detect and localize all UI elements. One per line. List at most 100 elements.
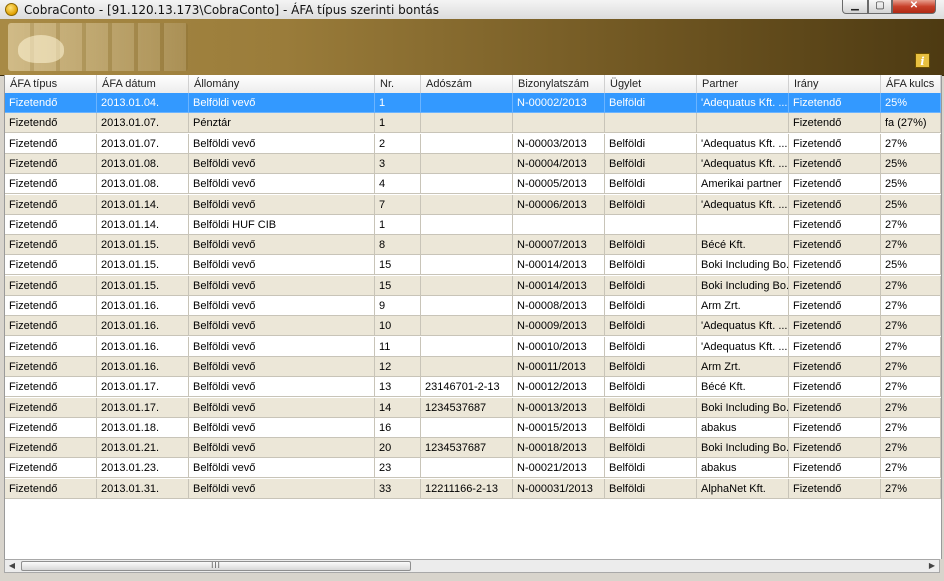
table-row[interactable]: Fizetendő 2013.01.17. Belföldi vevő 14 12345… — [5, 397, 941, 418]
column-header-irany[interactable]: Irány — [789, 75, 881, 93]
cell-afa-tipus[interactable]: Fizetendő — [5, 296, 97, 316]
cell-afa-kulcs[interactable]: 27% — [881, 316, 941, 337]
cell-adoszam[interactable] — [421, 113, 513, 134]
table-row[interactable]: Fizetendő 2013.01.07. Belföldi vevő 2 N-0000… — [5, 133, 941, 154]
cell-nr[interactable]: 1 — [375, 113, 421, 134]
cell-afa-kulcs[interactable]: 27% — [881, 397, 941, 418]
cell-partner[interactable]: 'Adequatus Kft. ... — [697, 336, 789, 357]
table-row[interactable]: Fizetendő 2013.01.16. Belföldi vevő 12 N-000… — [5, 356, 941, 377]
cell-afa-datum[interactable]: 2013.01.17. — [97, 377, 189, 398]
cell-adoszam[interactable] — [421, 174, 513, 195]
cell-afa-tipus[interactable]: Fizetendő — [5, 397, 97, 418]
cell-afa-kulcs[interactable]: 27% — [881, 356, 941, 377]
cell-bizonylatszam[interactable]: N-00002/2013 — [513, 93, 605, 113]
cell-adoszam[interactable] — [421, 356, 513, 377]
cell-irany[interactable]: Fizetendő — [789, 93, 881, 113]
cell-nr[interactable]: 10 — [375, 316, 421, 337]
cell-afa-tipus[interactable]: Fizetendő — [5, 417, 97, 438]
cell-afa-tipus[interactable]: Fizetendő — [5, 336, 97, 357]
maximize-button[interactable]: ▢ — [868, 0, 892, 14]
cell-afa-kulcs[interactable]: 25% — [881, 93, 941, 113]
cell-nr[interactable]: 11 — [375, 336, 421, 357]
cell-afa-kulcs[interactable]: fa (27%) — [881, 113, 941, 134]
cell-allomany[interactable]: Belföldi vevő — [189, 174, 375, 195]
cell-nr[interactable]: 33 — [375, 478, 421, 499]
cell-irany[interactable]: Fizetendő — [789, 174, 881, 195]
column-header-afa-datum[interactable]: ÁFA dátum — [97, 75, 189, 93]
cell-irany[interactable]: Fizetendő — [789, 478, 881, 499]
cell-irany[interactable]: Fizetendő — [789, 438, 881, 459]
horizontal-scrollbar[interactable]: ◀ III ▶ — [4, 559, 940, 573]
cell-afa-datum[interactable]: 2013.01.16. — [97, 296, 189, 316]
cell-afa-tipus[interactable]: Fizetendő — [5, 214, 97, 235]
column-header-afa-tipus[interactable]: ÁFA típus — [5, 75, 97, 93]
cell-ugylet[interactable]: Belföldi — [605, 417, 697, 438]
close-button[interactable]: ✕ — [892, 0, 936, 14]
cell-nr[interactable]: 16 — [375, 417, 421, 438]
cell-adoszam[interactable] — [421, 214, 513, 235]
cell-partner[interactable]: abakus — [697, 458, 789, 479]
cell-afa-tipus[interactable]: Fizetendő — [5, 113, 97, 134]
column-header-bizonylatszam[interactable]: Bizonylatszám — [513, 75, 605, 93]
cell-afa-datum[interactable]: 2013.01.23. — [97, 458, 189, 479]
cell-partner[interactable]: AlphaNet Kft. — [697, 478, 789, 499]
column-header-partner[interactable]: Partner — [697, 75, 789, 93]
cell-allomany[interactable]: Belföldi vevő — [189, 296, 375, 316]
cell-adoszam[interactable] — [421, 235, 513, 256]
cell-ugylet[interactable]: Belföldi — [605, 133, 697, 154]
cell-afa-kulcs[interactable]: 27% — [881, 377, 941, 398]
cell-bizonylatszam[interactable]: N-000031/2013 — [513, 478, 605, 499]
cell-adoszam[interactable]: 23146701-2-13 — [421, 377, 513, 398]
cell-irany[interactable]: Fizetendő — [789, 458, 881, 479]
cell-afa-kulcs[interactable]: 25% — [881, 174, 941, 195]
cell-afa-datum[interactable]: 2013.01.14. — [97, 214, 189, 235]
cell-bizonylatszam[interactable]: N-00008/2013 — [513, 296, 605, 316]
table-row[interactable]: Fizetendő 2013.01.15. Belföldi vevő 15 N-000… — [5, 255, 941, 276]
cell-ugylet[interactable]: Belföldi — [605, 235, 697, 256]
cell-afa-tipus[interactable]: Fizetendő — [5, 356, 97, 377]
cell-partner[interactable] — [697, 214, 789, 235]
cell-ugylet[interactable]: Belföldi — [605, 194, 697, 215]
table-row[interactable]: Fizetendő 2013.01.16. Belföldi vevő 9 N-0000… — [5, 296, 941, 316]
cell-allomany[interactable]: Belföldi vevő — [189, 377, 375, 398]
cell-partner[interactable]: Arm Zrt. — [697, 296, 789, 316]
cell-afa-datum[interactable]: 2013.01.31. — [97, 478, 189, 499]
cell-afa-kulcs[interactable]: 25% — [881, 153, 941, 174]
column-header-ugylet[interactable]: Ügylet — [605, 75, 697, 93]
cell-ugylet[interactable]: Belföldi — [605, 296, 697, 316]
cell-afa-kulcs[interactable]: 27% — [881, 296, 941, 316]
cell-ugylet[interactable]: Belföldi — [605, 458, 697, 479]
cell-afa-tipus[interactable]: Fizetendő — [5, 255, 97, 276]
cell-allomany[interactable]: Belföldi vevő — [189, 336, 375, 357]
cell-nr[interactable]: 12 — [375, 356, 421, 377]
cell-afa-datum[interactable]: 2013.01.14. — [97, 194, 189, 215]
cell-irany[interactable]: Fizetendő — [789, 417, 881, 438]
cell-afa-kulcs[interactable]: 27% — [881, 133, 941, 154]
cell-partner[interactable]: 'Adequatus Kft. ... — [697, 194, 789, 215]
column-header-allomany[interactable]: Állomány — [189, 75, 375, 93]
cell-irany[interactable]: Fizetendő — [789, 397, 881, 418]
cell-afa-kulcs[interactable]: 27% — [881, 438, 941, 459]
cell-partner[interactable]: Boki Including Bo... — [697, 255, 789, 276]
cell-afa-datum[interactable]: 2013.01.04. — [97, 93, 189, 113]
cell-afa-datum[interactable]: 2013.01.15. — [97, 255, 189, 276]
cell-adoszam[interactable] — [421, 93, 513, 113]
cell-bizonylatszam[interactable]: N-00005/2013 — [513, 174, 605, 195]
cell-afa-datum[interactable]: 2013.01.15. — [97, 235, 189, 256]
cell-afa-datum[interactable]: 2013.01.08. — [97, 153, 189, 174]
cell-afa-tipus[interactable]: Fizetendő — [5, 235, 97, 256]
cell-adoszam[interactable]: 1234537687 — [421, 397, 513, 418]
cell-nr[interactable]: 20 — [375, 438, 421, 459]
minimize-button[interactable]: ▁ — [842, 0, 868, 14]
cell-afa-datum[interactable]: 2013.01.21. — [97, 438, 189, 459]
cell-allomany[interactable]: Belföldi vevő — [189, 478, 375, 499]
cell-afa-tipus[interactable]: Fizetendő — [5, 377, 97, 398]
cell-afa-datum[interactable]: 2013.01.18. — [97, 417, 189, 438]
table-row[interactable]: Fizetendő 2013.01.17. Belföldi vevő 13 23146… — [5, 377, 941, 398]
cell-partner[interactable]: Arm Zrt. — [697, 356, 789, 377]
cell-bizonylatszam[interactable] — [513, 214, 605, 235]
cell-afa-datum[interactable]: 2013.01.16. — [97, 316, 189, 337]
cell-allomany[interactable]: Belföldi vevő — [189, 235, 375, 256]
cell-afa-kulcs[interactable]: 27% — [881, 417, 941, 438]
cell-nr[interactable]: 7 — [375, 194, 421, 215]
